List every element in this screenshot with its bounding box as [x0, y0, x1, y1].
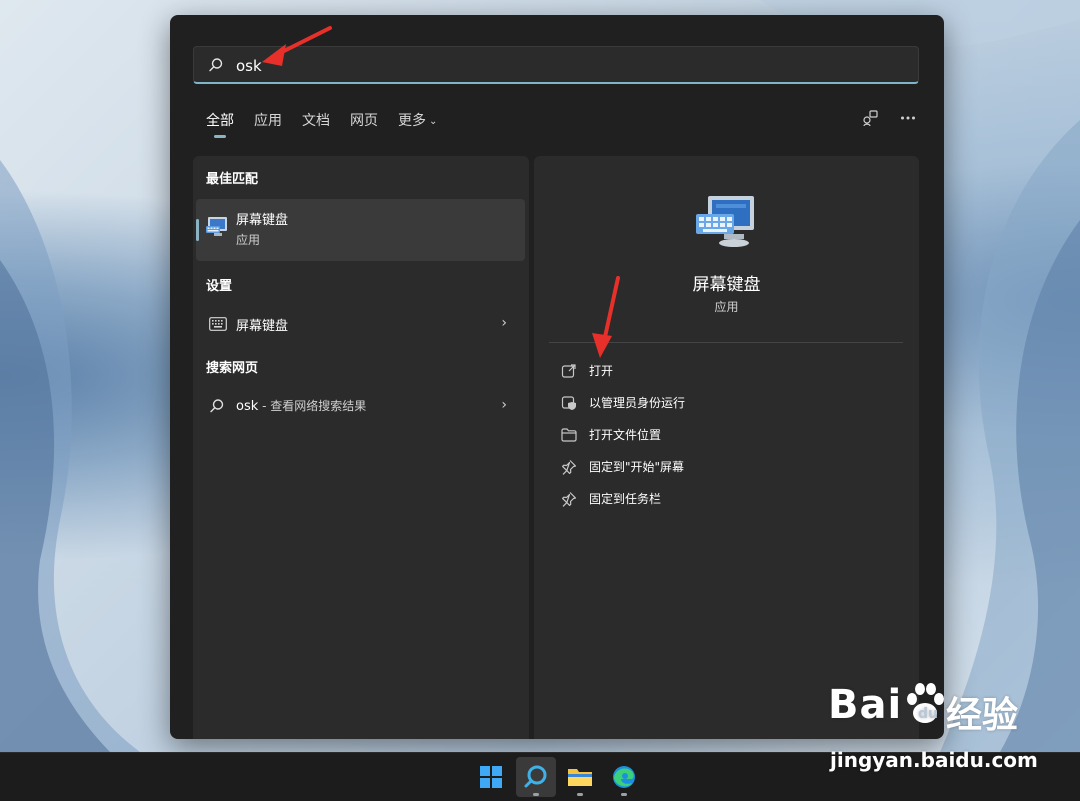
folder-icon	[561, 427, 577, 446]
detail-app-type: 应用	[714, 300, 739, 314]
web-result-suffix: - 查看网络搜索结果	[258, 399, 367, 413]
pin-icon	[561, 459, 577, 479]
settings-result-item[interactable]: 屏幕键盘 ›	[196, 306, 525, 342]
folder-icon	[568, 769, 592, 786]
filter-tabs: 全部 应用 文档 网页 更多 ⌄	[206, 111, 457, 138]
taskbar-edge-browser[interactable]	[604, 757, 644, 797]
search-panel: 全部 应用 文档 网页 更多⌄ 最佳匹配 屏幕键盘 应用 设置 屏幕键盘	[170, 15, 944, 739]
open-external-icon	[561, 363, 577, 383]
pin-icon	[561, 491, 577, 511]
section-title-best-match: 最佳匹配	[206, 172, 259, 187]
taskbar-start-button[interactable]	[471, 757, 511, 797]
action-run-as-admin-label: 以管理员身份运行	[589, 396, 686, 410]
action-open-file-location[interactable]: 打开文件位置	[549, 420, 903, 450]
best-match-item[interactable]: 屏幕键盘 应用	[196, 199, 525, 261]
watermark-url: jingyan.baidu.com	[830, 748, 1038, 772]
watermark-brand-cn: 经验	[946, 695, 1019, 736]
result-detail-pane: 屏幕键盘 应用 打开 以管理员身份运行 打开文件位置 固定到"开始"屏幕 固定到…	[534, 156, 919, 739]
watermark-brand: Bai	[828, 682, 903, 728]
tab-apps[interactable]: 应用	[254, 111, 282, 137]
on-screen-keyboard-icon	[694, 194, 758, 254]
chevron-right-icon: ›	[501, 315, 507, 331]
tab-web[interactable]: 网页	[350, 111, 378, 137]
settings-result-label: 屏幕键盘	[236, 319, 289, 334]
action-pin-to-start[interactable]: 固定到"开始"屏幕	[549, 452, 903, 482]
search-icon	[208, 57, 224, 77]
taskbar-search-button[interactable]	[516, 757, 556, 797]
tab-all[interactable]: 全部	[206, 111, 234, 138]
baidu-jingyan-watermark: Bai du 经验 jingyan.baidu.com	[828, 682, 1068, 782]
running-indicator	[577, 793, 583, 796]
action-pin-to-taskbar-label: 固定到任务栏	[589, 492, 662, 506]
chevron-down-icon: ⌄	[429, 116, 438, 127]
on-screen-keyboard-icon	[205, 215, 229, 243]
selection-indicator	[196, 219, 199, 241]
search-input[interactable]	[234, 53, 898, 79]
detail-app-name: 屏幕键盘	[692, 275, 761, 295]
tab-more-label: 更多	[398, 113, 426, 129]
running-indicator	[533, 793, 539, 796]
edge-browser-icon	[613, 766, 635, 788]
taskbar-file-explorer[interactable]	[560, 757, 600, 797]
divider	[549, 342, 903, 343]
account-switch-icon[interactable]	[860, 109, 880, 129]
web-result-query: osk	[236, 399, 259, 414]
search-box[interactable]	[193, 46, 919, 84]
results-list: 最佳匹配 屏幕键盘 应用 设置 屏幕键盘 › 搜索网页 osk - 查看网络搜索…	[193, 156, 529, 739]
svg-text:du: du	[918, 706, 938, 722]
windows-logo-icon	[480, 766, 502, 788]
best-match-type: 应用	[236, 233, 261, 247]
search-icon	[524, 765, 547, 788]
running-indicator	[621, 793, 627, 796]
tab-more[interactable]: 更多 ⌄	[398, 111, 437, 137]
chevron-right-icon: ›	[501, 397, 507, 413]
section-title-web: 搜索网页	[206, 361, 259, 376]
action-open[interactable]: 打开	[549, 356, 903, 386]
action-open-label: 打开	[589, 364, 614, 378]
action-open-file-location-label: 打开文件位置	[589, 428, 662, 442]
web-result-item[interactable]: osk - 查看网络搜索结果 ›	[196, 388, 525, 424]
more-options-icon[interactable]	[898, 109, 918, 129]
action-pin-to-start-label: 固定到"开始"屏幕	[589, 460, 685, 474]
action-run-as-admin[interactable]: 以管理员身份运行	[549, 388, 903, 418]
paw-icon: du	[902, 680, 948, 732]
section-title-settings: 设置	[206, 279, 233, 294]
admin-shield-icon	[561, 395, 577, 415]
keyboard-icon	[209, 316, 227, 335]
search-icon	[209, 398, 225, 418]
tab-documents[interactable]: 文档	[302, 111, 330, 137]
panel-toolbar	[860, 109, 918, 129]
web-result-text: osk - 查看网络搜索结果	[236, 397, 366, 414]
action-pin-to-taskbar[interactable]: 固定到任务栏	[549, 484, 903, 514]
best-match-name: 屏幕键盘	[236, 213, 289, 228]
